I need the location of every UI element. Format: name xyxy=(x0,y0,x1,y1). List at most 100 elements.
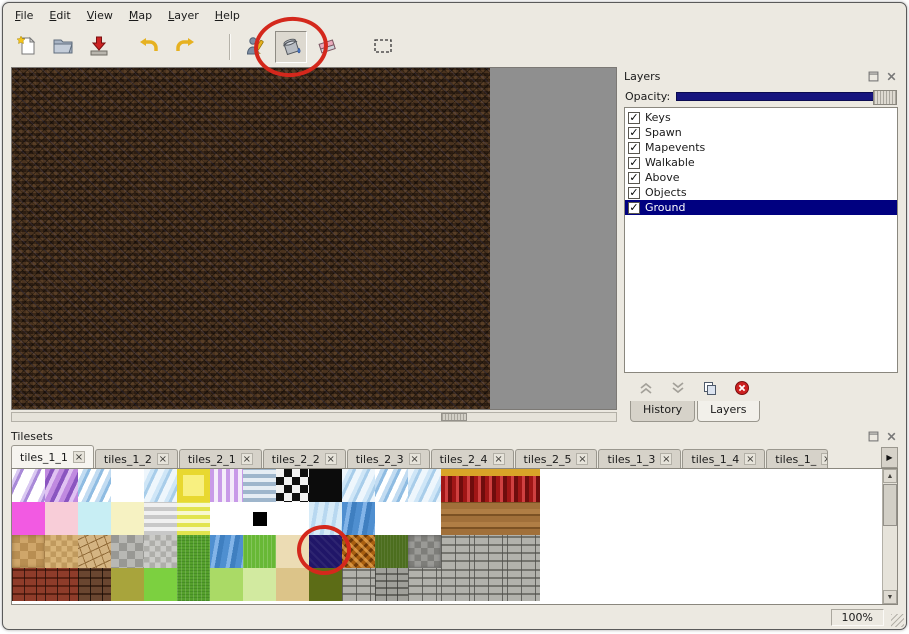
map-viewport[interactable] xyxy=(11,67,617,410)
tile-green-bright[interactable] xyxy=(144,568,177,601)
layer-row-keys[interactable]: ✓Keys xyxy=(625,110,897,125)
layer-row-ground[interactable]: ✓Ground xyxy=(625,200,897,215)
tile-curtain-top[interactable] xyxy=(441,469,474,502)
tile-grass[interactable] xyxy=(177,535,210,568)
tile-wood[interactable] xyxy=(441,502,474,535)
eraser-tool-button[interactable] xyxy=(311,31,343,63)
tile-brick-gray[interactable] xyxy=(342,568,375,601)
tile-wood[interactable] xyxy=(474,502,507,535)
tileset-tab-tiles_2_1[interactable]: tiles_2_1× xyxy=(179,449,262,468)
menu-map[interactable]: Map xyxy=(121,6,160,25)
tile-brick-red[interactable] xyxy=(45,568,78,601)
tile-brick-gray[interactable] xyxy=(474,535,507,568)
horizontal-scrollbar[interactable] xyxy=(11,412,617,422)
tileset-tab-tiles_1_4[interactable]: tiles_1_4× xyxy=(682,449,765,468)
layer-visibility-checkbox[interactable]: ✓ xyxy=(628,172,640,184)
tile-stripe-violet[interactable] xyxy=(210,469,243,502)
tile-curtain-top[interactable] xyxy=(507,469,540,502)
tile-black[interactable] xyxy=(309,469,342,502)
layer-row-walkable[interactable]: ✓Walkable xyxy=(625,155,897,170)
layer-row-spawn[interactable]: ✓Spawn xyxy=(625,125,897,140)
layer-visibility-checkbox[interactable]: ✓ xyxy=(628,112,640,124)
horizontal-scrollbar-thumb[interactable] xyxy=(441,413,467,421)
panel-tab-history[interactable]: History xyxy=(630,401,695,422)
tab-close-icon[interactable]: × xyxy=(576,453,588,465)
vertical-scrollbar[interactable]: ▲ ▼ xyxy=(882,469,897,604)
open-button[interactable] xyxy=(47,31,79,63)
tile-white[interactable] xyxy=(408,502,441,535)
save-button[interactable] xyxy=(83,31,115,63)
tile-white[interactable] xyxy=(210,502,243,535)
tile-cobble-gray[interactable] xyxy=(111,535,144,568)
tile-pink[interactable] xyxy=(45,502,78,535)
lower-layer-button[interactable] xyxy=(668,378,688,398)
tab-close-icon[interactable]: × xyxy=(157,453,169,465)
opacity-slider-handle[interactable] xyxy=(873,90,897,105)
panel-tab-layers[interactable]: Layers xyxy=(697,401,759,422)
tab-close-icon[interactable]: × xyxy=(241,453,253,465)
layers-list[interactable]: ✓Keys✓Spawn✓Mapevents✓Walkable✓Above✓Obj… xyxy=(624,107,898,373)
tileset-tab-tiles_1_[interactable]: tiles_1_× xyxy=(766,449,828,468)
layer-visibility-checkbox[interactable]: ✓ xyxy=(628,187,640,199)
tile-cracked-tan[interactable] xyxy=(78,535,111,568)
tile-water-blue[interactable] xyxy=(210,535,243,568)
tile-sand[interactable] xyxy=(276,568,309,601)
tileset-tab-tiles_1_2[interactable]: tiles_1_2× xyxy=(95,449,178,468)
tile-green-light[interactable] xyxy=(210,568,243,601)
tileset-tab-tiles_2_4[interactable]: tiles_2_4× xyxy=(431,449,514,468)
tab-close-icon[interactable]: × xyxy=(493,453,505,465)
menu-file[interactable]: File xyxy=(7,6,41,25)
tileset-tab-tiles_2_5[interactable]: tiles_2_5× xyxy=(515,449,598,468)
tab-close-icon[interactable]: × xyxy=(744,453,756,465)
tab-close-icon[interactable]: × xyxy=(409,453,421,465)
tile-brick-gray[interactable] xyxy=(474,568,507,601)
tile-streak-purple[interactable] xyxy=(45,469,78,502)
tile-streak-blue[interactable] xyxy=(78,469,111,502)
scroll-up-arrow[interactable]: ▲ xyxy=(883,469,897,483)
tile-weave-orange[interactable] xyxy=(342,535,375,568)
tab-close-icon[interactable]: × xyxy=(660,453,672,465)
tab-close-icon[interactable]: × xyxy=(325,453,337,465)
menu-layer[interactable]: Layer xyxy=(160,6,207,25)
opacity-slider[interactable] xyxy=(676,92,897,101)
duplicate-layer-button[interactable] xyxy=(700,378,720,398)
tab-scroll-right-button[interactable]: ▶ xyxy=(881,447,898,468)
tile-streak-blue2[interactable] xyxy=(144,469,177,502)
tile-stripe-gray[interactable] xyxy=(144,502,177,535)
tile-green-pale[interactable] xyxy=(243,568,276,601)
tile-palette[interactable] xyxy=(12,469,882,604)
layer-visibility-checkbox[interactable]: ✓ xyxy=(628,127,640,139)
tile-brick-gray[interactable] xyxy=(507,535,540,568)
tile-grass[interactable] xyxy=(177,568,210,601)
tile-navy[interactable] xyxy=(309,535,342,568)
tile-olive-dark[interactable] xyxy=(309,568,342,601)
tile-water-blue[interactable] xyxy=(342,502,375,535)
vertical-scrollbar-thumb[interactable] xyxy=(883,484,897,526)
menu-edit[interactable]: Edit xyxy=(41,6,78,25)
tile-grass-dark[interactable] xyxy=(375,535,408,568)
tile-white[interactable] xyxy=(111,469,144,502)
tile-brick-gray[interactable] xyxy=(408,568,441,601)
tile-brick-gray2[interactable] xyxy=(375,568,408,601)
select-tool-button[interactable] xyxy=(367,31,399,63)
tile-magenta[interactable] xyxy=(12,502,45,535)
tileset-tab-tiles_1_3[interactable]: tiles_1_3× xyxy=(598,449,681,468)
tile-checker[interactable] xyxy=(276,469,309,502)
tile-wood[interactable] xyxy=(507,502,540,535)
menu-help[interactable]: Help xyxy=(207,6,248,25)
tile-sand-pale[interactable] xyxy=(276,535,309,568)
stamp-tool-button[interactable] xyxy=(239,31,271,63)
tile-stone-gray[interactable] xyxy=(144,535,177,568)
tile-grass-bright[interactable] xyxy=(243,535,276,568)
tile-pale-yellow[interactable] xyxy=(111,502,144,535)
tileset-tab-tiles_1_1[interactable]: tiles_1_1× xyxy=(11,445,94,468)
layer-row-objects[interactable]: ✓Objects xyxy=(625,185,897,200)
tile-olive[interactable] xyxy=(111,568,144,601)
tile-white[interactable] xyxy=(276,502,309,535)
map-canvas[interactable] xyxy=(12,68,490,409)
tile-stripe-bluegray[interactable] xyxy=(243,469,276,502)
fill-tool-button[interactable] xyxy=(275,31,307,63)
tile-stones-gray[interactable] xyxy=(408,535,441,568)
layer-visibility-checkbox[interactable]: ✓ xyxy=(628,142,640,154)
tile-streak-blue[interactable] xyxy=(375,469,408,502)
